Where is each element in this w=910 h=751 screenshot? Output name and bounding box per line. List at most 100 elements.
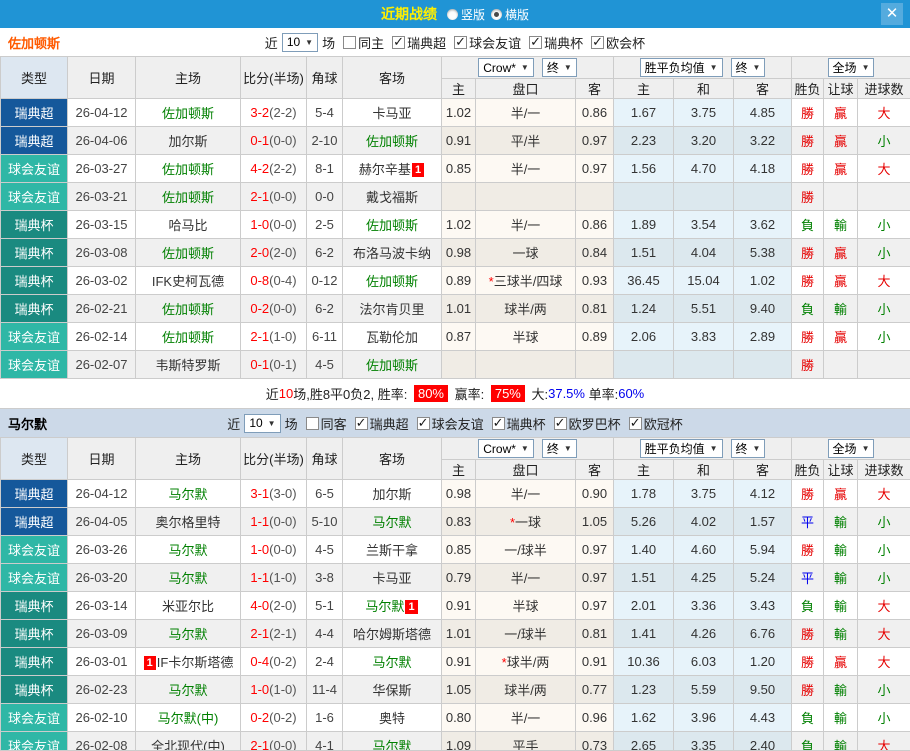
match-count-select[interactable]: 10 ▼ [244,413,281,433]
odds-home: 1.02 [441,98,476,127]
mean-select-label: 胜平负均值 [644,61,705,75]
corner-count: 6-5 [306,479,343,508]
match-row: 瑞典杯 26-03-08 佐加顿斯 2-0(2-0) 6-2 布洛马波卡纳 0.98 一球 0.… [0,238,910,267]
result-goals: 大 [857,619,910,648]
result-goals: 小 [857,535,910,564]
col-header-4: 角球 [306,56,343,99]
handicap-line: 一球 [475,238,576,267]
layout-radio-0[interactable]: 竖版 [446,6,485,23]
handicap-line: 一/球半 [475,619,576,648]
odds-home: 0.85 [441,154,476,183]
match-date: 26-03-26 [67,535,136,564]
match-row: 瑞典杯 26-03-09 马尔默 2-1(2-1) 4-4 哈尔姆斯塔德 1.01 一/球半 0… [0,619,910,648]
final-select-1[interactable]: 终 ▼ [541,58,577,77]
away-team: 加尔斯 [372,487,411,502]
same-venue-label: 同主 [358,35,385,51]
mean-draw: 6.03 [673,647,734,676]
mean-lose: 9.40 [732,294,793,323]
rank-badge: 1 [405,600,418,614]
bookmaker-select[interactable]: Crow* ▼ [478,439,534,458]
handicap-text: 半/一 [510,571,541,586]
mean-win: 1.41 [613,619,674,648]
chevron-down-icon: ▼ [752,444,761,453]
sub-header-6: 胜负 [791,78,825,99]
handicap-line: 半/一 [475,154,576,183]
away-team: 奥特 [379,711,405,726]
bookmaker-select[interactable]: Crow* ▼ [478,58,534,77]
mean-win: 1.51 [613,563,674,592]
radio-icon[interactable] [491,8,502,20]
mean-draw: 4.25 [673,563,734,592]
league-checkbox-0[interactable] [354,415,368,431]
layout-radio-1[interactable]: 横版 [491,6,529,23]
league-checkbox-label: 欧罗巴杯 [568,416,621,432]
league-checkbox-1[interactable] [454,34,468,50]
league-checkbox-4[interactable] [628,415,642,431]
league-badge: 瑞典超 [0,126,68,155]
mean-lose: 1.57 [732,507,793,536]
fulltime-select[interactable]: 全场 ▼ [827,58,875,77]
fulltime-score: 2-1 [250,738,270,751]
team-name-text: 卡马亚 [372,571,412,586]
home-team-cell: 佐加顿斯 [135,182,241,211]
sub-header-7: 让球 [823,459,859,480]
league-checkbox-3[interactable] [553,415,567,431]
final-select-1[interactable]: 终 ▼ [541,439,577,458]
home-team: 马尔默 [168,543,207,558]
mean-draw [673,350,734,379]
mean-select[interactable]: 胜平负均值 ▼ [639,439,723,458]
mean-win [613,350,674,379]
result-wdl: 負 [791,731,825,750]
result-wdl: 勝 [791,675,825,704]
halftime-score: (2-0) [269,245,297,260]
team-name-text: 加尔斯 [168,134,208,149]
mean-select[interactable]: 胜平负均值 ▼ [639,58,723,77]
result-wdl: 勝 [791,647,825,676]
away-team-cell: 布洛马波卡纳 [342,238,442,267]
radio-icon[interactable] [446,8,458,20]
result-goals: 小 [857,238,910,267]
fulltime-score: 1-1 [250,514,270,529]
away-team-cell: 卡马亚 [342,563,442,592]
col-header-3: 比分(半场) [240,437,307,480]
match-count-select[interactable]: 10 ▼ [281,32,319,52]
result-handicap: 輸 [823,703,859,732]
corner-count: 4-5 [306,535,343,564]
match-count-select-label: 10 [249,416,263,430]
odds-home: 1.01 [441,619,476,648]
home-team: 佐加顿斯 [162,190,214,205]
col-header-2: 主场 [135,437,241,480]
close-icon[interactable]: ✕ [881,3,903,25]
same-venue-checkbox[interactable] [305,416,319,430]
filter-bar: 近 10 ▼ 场 同主 瑞典超 球会友谊 瑞典杯 欧会杯 [265,32,645,52]
handicap-text: 一/球半 [504,627,547,642]
sub-header-6: 胜负 [791,459,825,480]
match-row: 球会友谊 26-03-20 马尔默 1-1(1-0) 3-8 卡马亚 0.79 半/一 0.97… [0,563,910,592]
mean-draw [673,182,734,211]
away-team: 卡马亚 [372,571,411,586]
home-team: 加尔斯 [168,134,207,149]
league-checkbox-3[interactable] [591,34,605,50]
corner-count: 6-11 [306,322,343,351]
home-team: 1 IF卡尔斯塔德 [143,655,233,670]
handicap-text: 球半/两 [504,683,547,698]
mean-win [613,182,674,211]
same-venue-checkbox[interactable] [343,35,357,49]
fulltime-select[interactable]: 全场 ▼ [827,439,875,458]
result-handicap: 輸 [823,591,859,620]
mean-lose: 2.89 [732,322,793,351]
team-name-text: 兰斯干拿 [365,543,418,558]
final-select-2[interactable]: 终 ▼ [730,439,766,458]
odds-away: 0.91 [575,647,614,676]
handicap-line: 半/一 [475,210,576,239]
league-checkbox-2[interactable] [491,415,505,431]
league-checkbox-1[interactable] [416,415,430,431]
league-checkbox-0[interactable] [392,34,406,50]
match-row: 球会友谊 26-02-14 佐加顿斯 2-1(1-0) 6-11 瓦勒伦加 0.87 半球 0.… [0,322,910,351]
mean-win: 1.67 [613,98,674,127]
odds-away: 0.86 [575,210,614,239]
league-badge: 瑞典超 [0,98,68,127]
final-select-2[interactable]: 终 ▼ [730,58,766,77]
score-cell: 1-1(0-0) [240,507,307,536]
league-checkbox-2[interactable] [529,34,543,50]
